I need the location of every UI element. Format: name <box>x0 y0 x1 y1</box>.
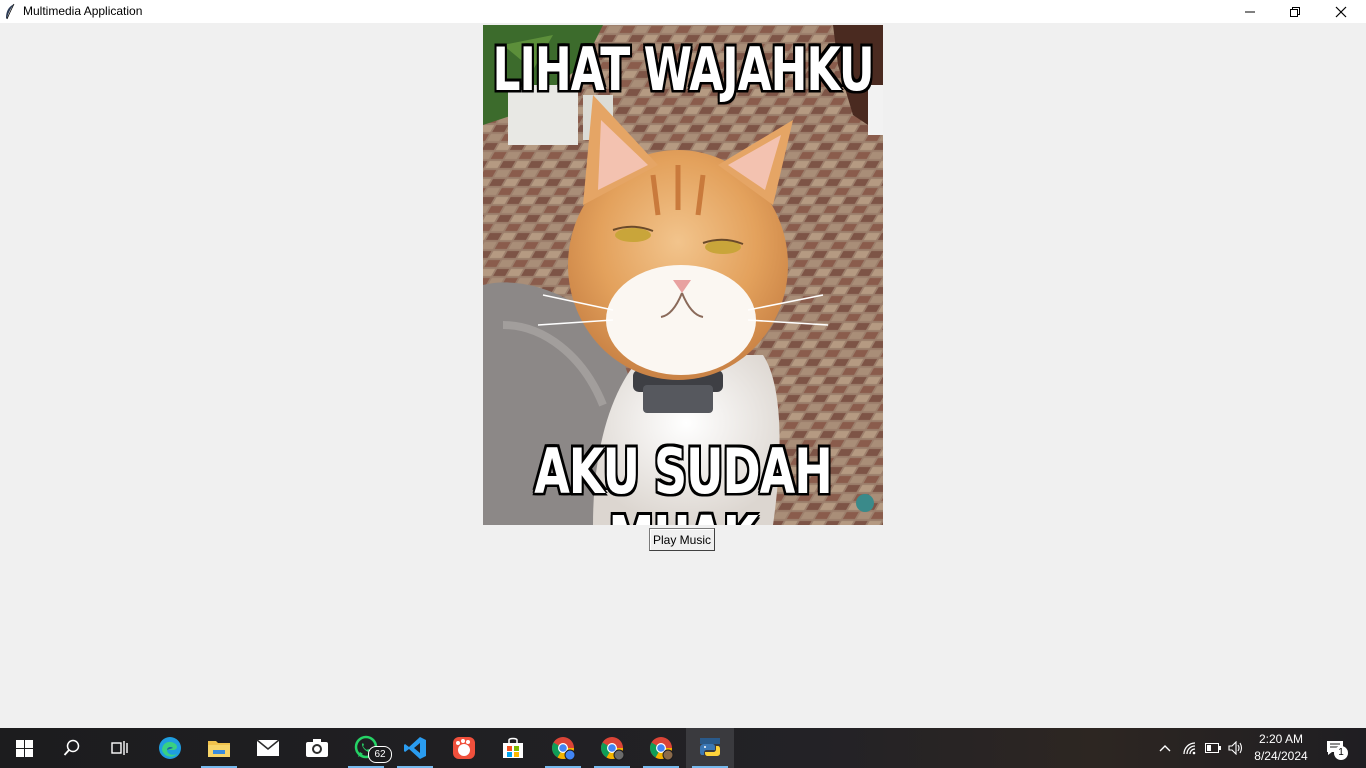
close-button[interactable] <box>1318 0 1364 23</box>
meme-top-caption: LIHAT WAJAHKU <box>492 35 874 105</box>
title-bar[interactable]: Multimedia Application <box>0 0 1366 23</box>
vscode-icon <box>404 737 426 759</box>
edge-icon <box>159 737 181 759</box>
python-icon <box>700 738 720 756</box>
battery-icon <box>1205 743 1221 753</box>
taskbar-app[interactable] <box>440 728 488 768</box>
meme-image: LIHAT WAJAHKU AKU SUDAH MUAK <box>483 25 883 525</box>
taskbar-chrome-2[interactable] <box>588 728 636 768</box>
taskbar-whatsapp[interactable]: 62 <box>342 728 392 768</box>
taskbar-edge[interactable] <box>146 728 194 768</box>
mail-icon <box>256 739 280 756</box>
chrome-icon <box>601 737 625 761</box>
app-window: Multimedia Application LIHAT WAJAHKU AKU… <box>0 0 1366 728</box>
taskbar-python[interactable] <box>686 728 734 768</box>
feather-icon <box>6 3 15 20</box>
notification-count-badge: 1 <box>1334 746 1348 760</box>
clock-date: 8/24/2024 <box>1254 749 1308 763</box>
maximize-button[interactable] <box>1272 0 1318 23</box>
wifi-icon <box>1183 742 1196 755</box>
show-hidden-icons-button[interactable] <box>1155 728 1175 768</box>
chevron-up-icon <box>1159 745 1171 752</box>
whatsapp-unread-badge: 62 <box>368 746 392 763</box>
taskbar-camera[interactable] <box>293 728 341 768</box>
volume-icon <box>1228 741 1243 755</box>
clock[interactable]: 2:20 AM 8/24/2024 <box>1244 731 1318 765</box>
restore-icon <box>1290 6 1300 17</box>
close-icon <box>1335 6 1347 17</box>
battery-button[interactable] <box>1203 728 1223 768</box>
minimize-button[interactable] <box>1227 0 1273 23</box>
windows-logo-icon <box>15 739 33 757</box>
taskbar-chrome-1[interactable] <box>539 728 587 768</box>
taskbar: 62 2:20 AM 8/24/2024 <box>0 728 1366 768</box>
taskbar-vscode[interactable] <box>391 728 439 768</box>
taskbar-store[interactable] <box>489 728 537 768</box>
play-music-button[interactable]: Play Music <box>649 528 715 551</box>
search-button[interactable] <box>48 728 96 768</box>
task-view-button[interactable] <box>96 728 144 768</box>
folder-icon <box>208 741 230 757</box>
store-icon <box>503 737 523 758</box>
taskbar-chrome-3[interactable] <box>637 728 685 768</box>
taskbar-file-explorer[interactable] <box>195 728 243 768</box>
clock-time: 2:20 AM <box>1258 732 1304 746</box>
task-view-icon <box>111 741 128 755</box>
meme-bottom-caption: AKU SUDAH MUAK <box>534 434 833 526</box>
window-title: Multimedia Application <box>23 4 143 18</box>
taskbar-mail[interactable] <box>244 728 292 768</box>
search-icon <box>63 739 80 756</box>
chrome-icon <box>650 737 674 761</box>
volume-button[interactable] <box>1226 728 1246 768</box>
minimize-icon <box>1245 11 1255 12</box>
network-button[interactable] <box>1180 728 1200 768</box>
app-icon <box>453 737 475 759</box>
start-button[interactable] <box>0 728 48 768</box>
chrome-icon <box>552 737 576 761</box>
camera-icon <box>306 739 328 757</box>
